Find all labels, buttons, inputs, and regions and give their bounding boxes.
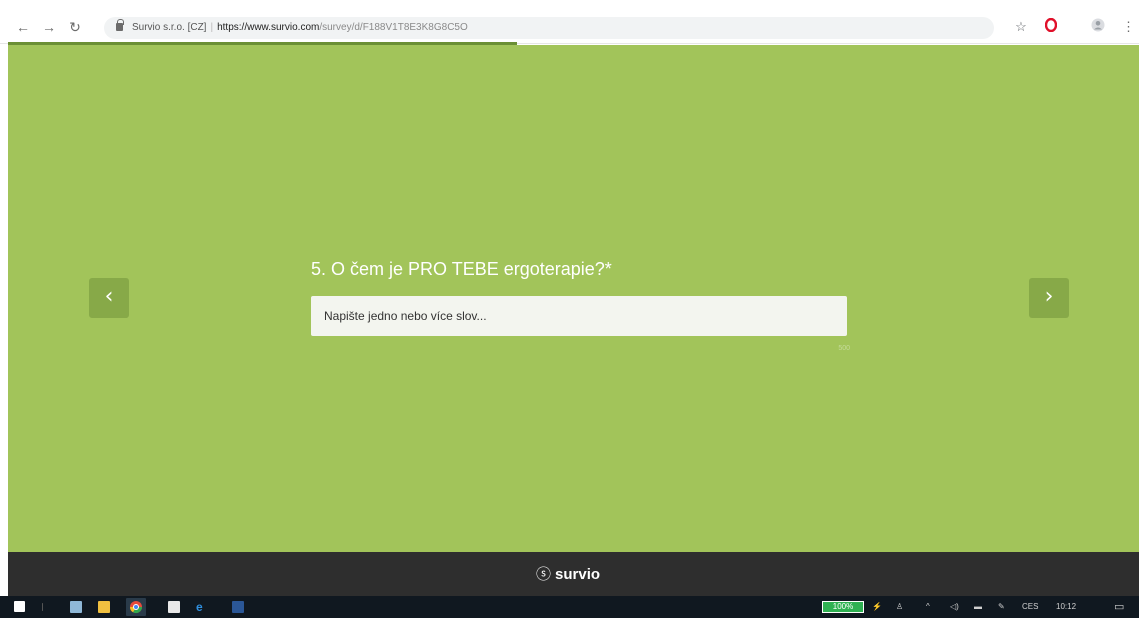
reload-icon[interactable]: ↻ — [66, 18, 84, 36]
network-icon[interactable]: ▬ — [974, 600, 982, 614]
chevron-up-icon[interactable]: ^ — [926, 600, 930, 614]
previous-question-button[interactable]: ‹ — [89, 278, 129, 318]
back-arrow-icon[interactable]: ← — [14, 18, 32, 36]
notification-icon[interactable]: ▭ — [1114, 600, 1124, 614]
taskbar-divider — [42, 603, 43, 611]
survio-logo[interactable]: ⓢ survio — [536, 565, 600, 584]
plug-icon: ⚡ — [872, 602, 882, 611]
store-icon[interactable] — [168, 601, 180, 613]
chrome-icon — [130, 601, 142, 614]
url-path: /survey/d/F188V1T8E3K8G8C5O — [319, 22, 468, 33]
survey-footer: ⓢ survio — [8, 552, 1139, 596]
url-host: https://www.survio.com — [217, 22, 320, 33]
answer-input[interactable] — [311, 296, 847, 336]
survio-mark-icon: ⓢ — [536, 565, 552, 583]
people-icon[interactable]: ♙ — [896, 600, 903, 614]
forward-arrow-icon[interactable]: → — [40, 18, 58, 36]
windows-start-icon[interactable] — [14, 601, 25, 612]
app-icon[interactable] — [70, 601, 82, 613]
battery-indicator[interactable]: 100% — [822, 601, 864, 613]
lock-icon — [116, 19, 124, 31]
address-separator: | — [210, 22, 214, 33]
kebab-menu-icon[interactable]: ⋮ — [1122, 18, 1135, 36]
clock[interactable]: 10:12 — [1056, 600, 1076, 614]
brand-name: survio — [555, 566, 601, 583]
chevron-right-icon: › — [1044, 284, 1054, 309]
volume-icon[interactable]: ◁) — [950, 600, 959, 614]
word-icon[interactable] — [232, 601, 244, 613]
next-question-button[interactable]: › — [1029, 278, 1069, 318]
star-icon[interactable]: ☆ — [1014, 18, 1028, 36]
question-title: 5. O čem je PRO TEBE ergoterapie?* — [311, 259, 612, 279]
survey-page: ‹ 5. O čem je PRO TEBE ergoterapie?* 500… — [8, 45, 1139, 552]
opera-icon[interactable] — [1044, 17, 1058, 36]
site-identity: Survio s.r.o. [CZ] — [132, 22, 207, 33]
tab-strip — [0, 0, 1139, 8]
pen-icon[interactable]: ✎ — [998, 600, 1005, 614]
edge-icon[interactable]: e — [196, 601, 208, 613]
language-indicator[interactable]: CES — [1022, 600, 1038, 614]
chrome-taskbar-button[interactable] — [126, 598, 146, 616]
address-bar[interactable]: Survio s.r.o. [CZ] | https://www.survio.co… — [104, 17, 994, 39]
character-counter: 500 — [838, 345, 850, 352]
windows-taskbar: e 100% ⚡ ♙ ^ ◁) ▬ ✎ CES 10:12 ▭ — [0, 596, 1139, 618]
chevron-left-icon: ‹ — [104, 284, 114, 309]
browser-toolbar: ← → ↻ Survio s.r.o. [CZ] | https://www.sur… — [0, 0, 1139, 44]
profile-icon[interactable] — [1091, 18, 1105, 36]
file-explorer-icon[interactable] — [98, 601, 110, 613]
